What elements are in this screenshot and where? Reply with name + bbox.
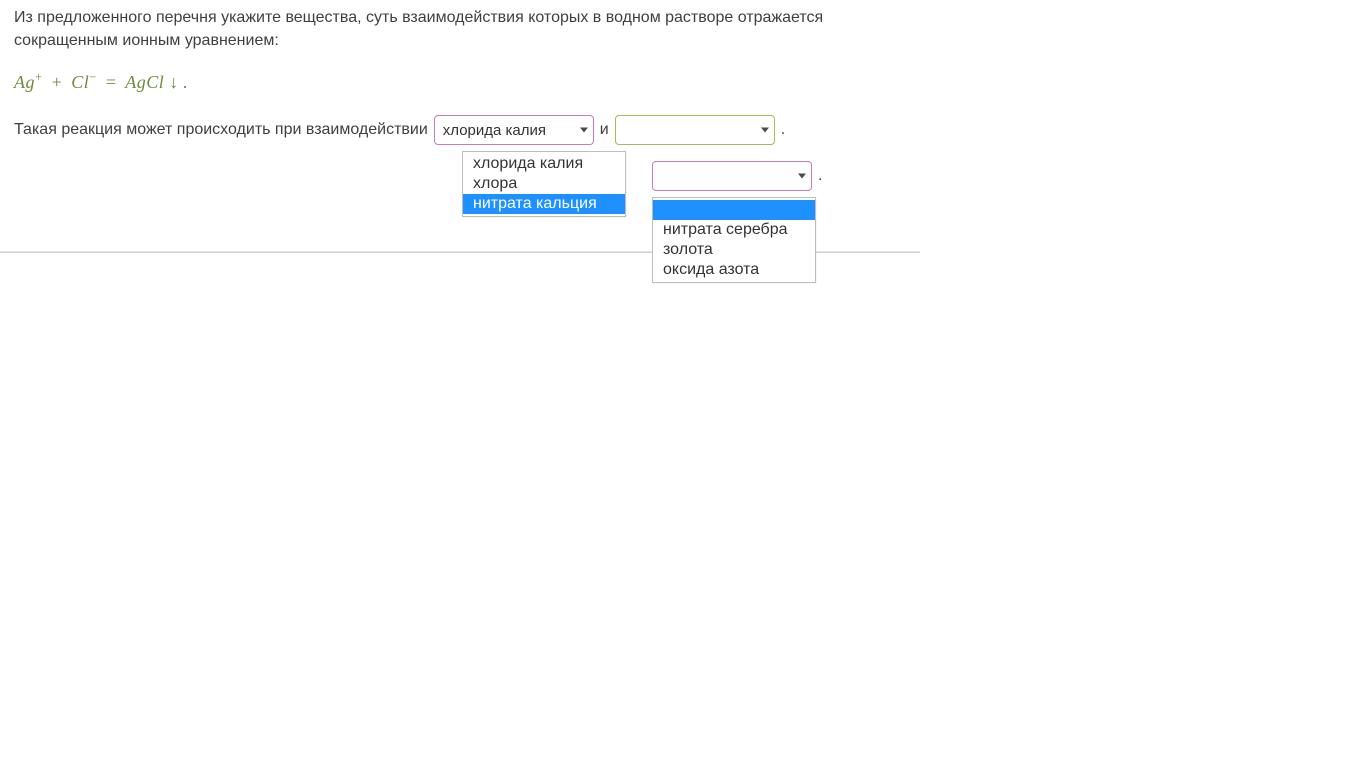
eq-agcl: AgCl xyxy=(125,72,164,92)
sentence-period: . xyxy=(781,121,785,139)
prompt-line-1: Из предложенного перечня укажите веществ… xyxy=(14,9,823,26)
eq-cl: Cl xyxy=(71,72,89,92)
substance-2-select[interactable] xyxy=(615,115,775,145)
prompt-line-2: сокращенным ионным уравнением: xyxy=(14,32,279,49)
question-prompt: Из предложенного перечня укажите веществ… xyxy=(14,6,906,52)
conjunction-and: и xyxy=(600,121,609,139)
dropdown-option[interactable]: нитрата серебра xyxy=(653,220,815,240)
eq-plus: + xyxy=(48,72,67,92)
sentence-period: . xyxy=(818,167,822,185)
eq-cl-charge: − xyxy=(89,70,97,84)
chevron-down-icon xyxy=(580,128,588,133)
sentence-lead: Такая реакция может происходить при взаи… xyxy=(14,121,428,139)
dropdown-option[interactable]: хлорида калия xyxy=(463,154,625,174)
precipitate-arrow-icon: ↓ xyxy=(169,72,179,92)
chevron-down-icon xyxy=(798,174,806,179)
dropdown-option[interactable]: хлора xyxy=(463,174,625,194)
eq-period: . xyxy=(179,72,192,92)
chevron-down-icon xyxy=(761,128,769,133)
substance-1-select[interactable]: хлорида калия xyxy=(434,115,594,145)
dropdown-option-empty[interactable] xyxy=(653,200,815,220)
dropdown-option[interactable]: нитрата кальция xyxy=(463,194,625,214)
substance-3-dropdown[interactable]: нитрата серебра золота оксида азота xyxy=(652,197,816,283)
dropdown-option[interactable]: оксида азота xyxy=(653,260,815,280)
dropdown-option[interactable]: золота xyxy=(653,240,815,260)
substance-1-value: хлорида калия xyxy=(435,122,593,139)
eq-ag-charge: + xyxy=(35,70,43,84)
eq-ag: Ag xyxy=(14,72,35,92)
substance-3-select[interactable] xyxy=(652,161,812,191)
answer-row-1: Такая реакция может происходить при взаи… xyxy=(14,115,906,145)
eq-equals: = xyxy=(102,72,121,92)
substance-1-dropdown[interactable]: хлорида калия хлора нитрата кальция xyxy=(462,151,626,217)
ionic-equation: Ag+ + Cl− = AgCl ↓. xyxy=(14,70,906,93)
